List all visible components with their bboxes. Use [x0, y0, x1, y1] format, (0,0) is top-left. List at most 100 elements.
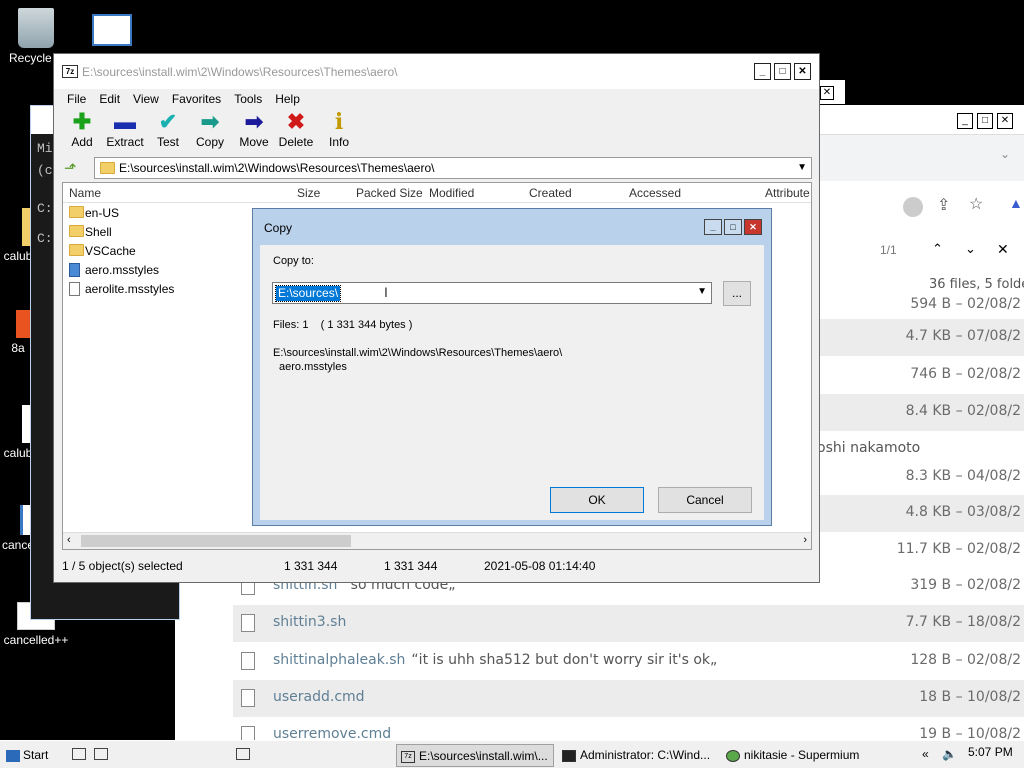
close-button[interactable]: ✕	[820, 86, 834, 100]
column-modified[interactable]: Modified	[429, 186, 474, 200]
status-packed-size: 1 331 344	[384, 559, 438, 573]
find-next-icon[interactable]: ⌄	[965, 241, 976, 257]
find-close-icon[interactable]: ✕	[997, 241, 1009, 258]
maximize-button[interactable]: □	[977, 113, 993, 129]
quicklaunch-icon[interactable]	[72, 748, 86, 760]
close-button[interactable]: ✕	[744, 219, 762, 235]
status-modified: 2021-05-08 01:14:40	[484, 559, 596, 573]
desktop-icon-app[interactable]	[76, 14, 148, 49]
delete-button[interactable]: ✖ Delete	[278, 109, 314, 149]
source-file: aero.msstyles	[279, 361, 347, 373]
destination-path-combobox[interactable]: E:\sources\ I ▼	[272, 282, 712, 304]
browse-button[interactable]: ...	[723, 281, 751, 306]
taskbar-item-browser[interactable]: nikitasie - Supermium	[724, 744, 894, 767]
clock[interactable]: 5:07 PM	[968, 745, 1013, 759]
menu-favorites[interactable]: Favorites	[172, 92, 221, 106]
taskbar-item-7zip[interactable]: 7z E:\sources\install.wim\...	[396, 744, 554, 767]
extract-button[interactable]: ▬ Extract	[102, 109, 148, 149]
column-accessed[interactable]: Accessed	[629, 186, 681, 200]
source-path: E:\sources\install.wim\2\Windows\Resourc…	[273, 347, 563, 359]
cancel-button[interactable]: Cancel	[658, 487, 752, 513]
quicklaunch-icon[interactable]	[94, 748, 108, 760]
desktop-icon-label: cancelled++	[3, 633, 69, 647]
file-icon	[241, 726, 255, 740]
horizontal-scrollbar[interactable]: ‹ ›	[63, 532, 811, 549]
folder-icon	[69, 206, 84, 218]
scroll-right-icon[interactable]: ›	[803, 534, 807, 546]
chevron-down-icon[interactable]: ▼	[797, 158, 807, 178]
browser-icon	[726, 749, 740, 762]
close-button[interactable]: ✕	[794, 63, 811, 80]
minus-icon: ▬	[114, 109, 136, 134]
minimize-button[interactable]: _	[957, 113, 973, 129]
copy-dialog: Copy _ □ ✕ Copy to: E:\sources\ I ▼ ... …	[252, 208, 772, 526]
windows-logo-icon	[6, 749, 20, 762]
maximize-button[interactable]: □	[774, 63, 791, 80]
dialog-titlebar: Copy _ □ ✕	[253, 209, 771, 245]
menu-file[interactable]: File	[67, 92, 86, 106]
add-button[interactable]: ✚ Add	[68, 109, 96, 149]
menu-tools[interactable]: Tools	[234, 92, 262, 106]
status-bar: 1 / 5 object(s) selected 1 331 344 1 331…	[62, 555, 812, 577]
move-button[interactable]: ➡ Move	[238, 109, 270, 149]
quote-fragment: oshi nakamoto	[817, 440, 921, 456]
info-button[interactable]: i Info	[326, 109, 352, 149]
file-icon	[241, 614, 255, 632]
taskbar: Start 7z E:\sources\install.wim\... Admin…	[0, 740, 1024, 768]
copy-arrow-icon: ➡	[200, 109, 220, 134]
column-size[interactable]: Size	[297, 186, 320, 200]
list-header: Name Size Packed Size Modified Created A…	[63, 183, 811, 203]
window-title: E:\sources\install.wim\2\Windows\Resourc…	[82, 65, 398, 79]
console-icon	[562, 749, 576, 762]
menu-view[interactable]: View	[133, 92, 159, 106]
test-button[interactable]: ✔ Test	[154, 109, 182, 149]
file-row[interactable]: useradd.cmd 18 B – 10/08/2	[233, 680, 1024, 717]
maximize-button[interactable]: □	[724, 219, 742, 235]
column-attributes[interactable]: Attribute	[765, 186, 810, 200]
7zip-app-icon: 7z	[401, 750, 415, 763]
find-count: 1/1	[880, 243, 897, 257]
file-row[interactable]: userremove.cmd 19 B – 10/08/2	[233, 717, 1024, 740]
check-icon: ✔	[158, 109, 178, 134]
column-name[interactable]: Name	[69, 186, 101, 200]
start-button[interactable]: Start	[6, 744, 50, 767]
quicklaunch-icon[interactable]	[236, 748, 250, 760]
volume-icon[interactable]: 🔈	[942, 747, 957, 761]
lens-icon[interactable]	[903, 197, 923, 217]
address-field[interactable]: E:\sources\install.wim\2\Windows\Resourc…	[94, 157, 812, 179]
file-icon	[69, 282, 80, 296]
destination-path-value[interactable]: E:\sources\	[274, 285, 342, 302]
recycle-bin-icon	[18, 8, 54, 48]
menu-edit[interactable]: Edit	[99, 92, 120, 106]
window-app-icon	[92, 14, 132, 46]
chevron-down-icon[interactable]: ▼	[697, 286, 707, 297]
scroll-thumb[interactable]	[81, 535, 351, 547]
taskbar-item-console[interactable]: Administrator: C:\Wind...	[560, 744, 720, 767]
share-icon[interactable]: ⇪	[937, 195, 950, 215]
menu-help[interactable]: Help	[275, 92, 300, 106]
close-button[interactable]: ✕	[997, 113, 1013, 129]
find-prev-icon[interactable]: ⌃	[932, 241, 943, 257]
column-created[interactable]: Created	[529, 186, 572, 200]
scroll-left-icon[interactable]: ‹	[67, 534, 71, 546]
dialog-body: Copy to: E:\sources\ I ▼ ... Files: 1 ( …	[260, 245, 764, 520]
info-icon: i	[334, 109, 344, 135]
menu-bar: File Edit View Favorites Tools Help	[54, 89, 819, 109]
copy-button[interactable]: ➡ Copy	[194, 109, 226, 149]
dialog-title: Copy	[264, 221, 293, 235]
ok-button[interactable]: OK	[550, 487, 644, 513]
file-row[interactable]: shittin3.sh 7.7 KB – 18/08/2	[233, 605, 1024, 642]
status-size: 1 331 344	[284, 559, 338, 573]
chevron-down-icon[interactable]: ⌄	[1000, 147, 1010, 161]
column-packed-size[interactable]: Packed Size	[356, 186, 423, 200]
star-icon[interactable]: ☆	[969, 194, 983, 214]
folder-icon	[100, 162, 115, 174]
minimize-button[interactable]: _	[704, 219, 722, 235]
address-bar: ⬏ E:\sources\install.wim\2\Windows\Resou…	[62, 157, 812, 179]
file-row[interactable]: shittinalphaleak.sh “it is uhh sha512 but…	[233, 643, 1024, 680]
toolbar: ✚ Add ▬ Extract ✔ Test ➡ Copy ➡ Move ✖ D…	[54, 109, 819, 153]
up-folder-icon[interactable]: ⬏	[64, 159, 77, 177]
minimize-button[interactable]: _	[754, 63, 771, 80]
tray-expand-icon[interactable]: «	[922, 747, 929, 761]
extension-icon[interactable]: ▲	[1009, 195, 1023, 211]
